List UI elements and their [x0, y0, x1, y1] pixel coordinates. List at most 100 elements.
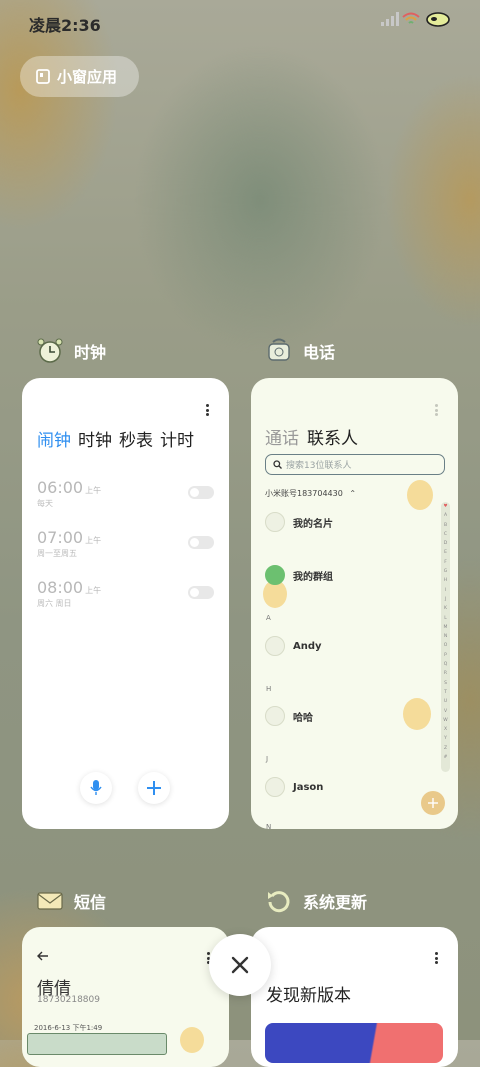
phone-app-card[interactable]: 通话 联系人 搜索13位联系人 小米账号183704430 ⌃ 我的名片 我的群… [251, 378, 458, 829]
back-arrow-icon[interactable] [37, 951, 49, 961]
plus-icon [428, 798, 438, 808]
phone-app-icon [268, 338, 290, 361]
add-alarm-button[interactable] [138, 772, 170, 804]
alphabet-index[interactable]: ♥ A B C D E F G H I J K L M N O P Q R S T U V W X Y Z # [441, 502, 450, 772]
tab-contacts[interactable]: 联系人 [307, 424, 358, 449]
index-letter[interactable]: Z [441, 744, 450, 753]
microphone-icon [90, 780, 102, 795]
alarm-time: 08:00 [37, 578, 84, 597]
add-contact-button[interactable] [421, 791, 445, 815]
alarm-ampm: 上午 [85, 486, 102, 495]
alarm-ampm: 上午 [85, 586, 102, 595]
my-card-row[interactable]: 我的名片 [265, 512, 333, 532]
contact-search-input[interactable]: 搜索13位联系人 [265, 454, 445, 475]
alarm-item[interactable]: 06:00 上午 每天 [37, 478, 101, 509]
account-label: 小米账号183704430 [265, 489, 343, 498]
index-letter[interactable]: X [441, 725, 450, 734]
tab-timer[interactable]: 计时 [160, 426, 194, 451]
update-app-name: 系统更新 [303, 893, 368, 912]
index-letter[interactable]: E [441, 548, 450, 557]
index-letter[interactable]: L [441, 614, 450, 623]
alarm-toggle[interactable] [188, 486, 214, 499]
contact-name: Jason [293, 781, 324, 793]
update-app-header[interactable]: 系统更新 [265, 888, 367, 914]
clock-tabs: 闹钟 时钟 秒表 计时 [37, 426, 194, 451]
avatar [265, 777, 285, 797]
tab-calls[interactable]: 通话 [265, 424, 299, 449]
contact-row[interactable]: Andy [265, 636, 322, 656]
index-letter[interactable]: # [441, 753, 450, 762]
update-app-card[interactable]: 发现新版本 [251, 927, 458, 1067]
index-letter[interactable]: S [441, 679, 450, 688]
phone-more-icon[interactable] [435, 404, 438, 418]
search-icon [273, 460, 282, 469]
index-letter[interactable]: H [441, 576, 450, 585]
chevron-updown-icon: ⌃ [349, 489, 357, 498]
index-letter[interactable]: A [441, 511, 450, 520]
section-letter: N [266, 823, 272, 829]
close-all-button[interactable] [209, 934, 271, 996]
alarm-repeat: 周六 周日 [37, 599, 72, 608]
status-bar: 凌晨2:36 [0, 0, 480, 44]
my-groups-row[interactable]: 我的群组 [265, 565, 333, 585]
index-letter[interactable]: J [441, 595, 450, 604]
index-letter[interactable]: F [441, 558, 450, 567]
sms-app-card[interactable]: 倩倩 18730218809 2016-6-13 下午1:49 [22, 927, 229, 1067]
my-groups-label: 我的群组 [293, 571, 333, 583]
index-letter[interactable]: I [441, 586, 450, 595]
message-bubble[interactable] [27, 1033, 167, 1055]
my-card-label: 我的名片 [293, 518, 333, 530]
sms-app-header[interactable]: 短信 [36, 888, 106, 914]
phone-app-header[interactable]: 电话 [265, 338, 335, 364]
phone-app-name: 电话 [303, 343, 336, 362]
update-title: 发现新版本 [266, 986, 351, 1006]
index-letter[interactable]: K [441, 604, 450, 613]
clock-app-icon [37, 338, 63, 363]
index-letter[interactable]: ♥ [441, 502, 450, 511]
index-letter[interactable]: Q [441, 660, 450, 669]
wifi-icon [402, 12, 420, 24]
clock-more-icon[interactable] [206, 404, 209, 418]
search-placeholder: 搜索13位联系人 [286, 461, 352, 471]
index-letter[interactable]: Y [441, 734, 450, 743]
tab-stopwatch[interactable]: 秒表 [119, 426, 153, 451]
index-letter[interactable]: C [441, 530, 450, 539]
sms-date: 2016-6-13 下午1:49 [34, 1024, 103, 1032]
index-letter[interactable]: M [441, 623, 450, 632]
index-letter[interactable]: V [441, 707, 450, 716]
index-letter[interactable]: D [441, 539, 450, 548]
alarm-item[interactable]: 07:00 上午 周一至周五 [37, 528, 101, 559]
tab-clock[interactable]: 时钟 [78, 426, 112, 451]
index-letter[interactable]: O [441, 641, 450, 650]
alarm-toggle[interactable] [188, 536, 214, 549]
index-letter[interactable]: P [441, 651, 450, 660]
index-letter[interactable]: B [441, 521, 450, 530]
clock-app-header[interactable]: 时钟 [36, 338, 106, 364]
update-app-icon [268, 891, 290, 913]
clock-app-card[interactable]: 闹钟 时钟 秒表 计时 06:00 上午 每天 07:00 上午 周一至周五 08:… [22, 378, 229, 829]
flower-decoration-icon [180, 1027, 204, 1053]
sms-app-icon [37, 892, 63, 910]
status-time: 凌晨2:36 [29, 16, 101, 35]
index-letter[interactable]: G [441, 567, 450, 576]
alarm-time: 07:00 [37, 528, 84, 547]
voice-alarm-button[interactable] [80, 772, 112, 804]
update-more-icon[interactable] [435, 952, 438, 966]
floating-window-label: 小窗应用 [57, 68, 118, 86]
contact-row[interactable]: 哈哈 [265, 706, 313, 726]
section-letter: A [266, 614, 271, 622]
contact-row[interactable]: Jason [265, 777, 323, 797]
tab-alarm[interactable]: 闹钟 [37, 426, 71, 451]
index-letter[interactable]: W [441, 716, 450, 725]
account-selector[interactable]: 小米账号183704430 ⌃ [265, 488, 356, 499]
index-letter[interactable]: T [441, 688, 450, 697]
floating-window-button[interactable]: 小窗应用 [20, 56, 139, 97]
close-icon [231, 956, 249, 974]
clock-app-name: 时钟 [74, 343, 107, 362]
index-letter[interactable]: R [441, 669, 450, 678]
alarm-item[interactable]: 08:00 上午 周六 周日 [37, 578, 101, 609]
index-letter[interactable]: U [441, 697, 450, 706]
index-letter[interactable]: N [441, 632, 450, 641]
alarm-toggle[interactable] [188, 586, 214, 599]
avatar [265, 706, 285, 726]
